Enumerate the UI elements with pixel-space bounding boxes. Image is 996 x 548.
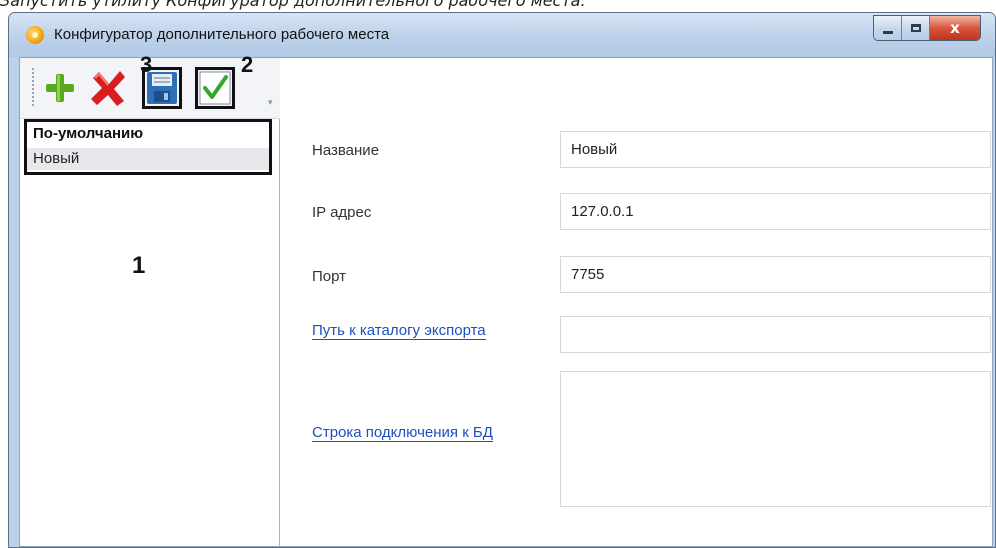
window-controls: x <box>873 15 981 41</box>
ip-address-input[interactable]: 127.0.0.1 <box>560 193 991 230</box>
app-gear-icon <box>26 26 44 44</box>
list-item-default[interactable]: По-умолчанию <box>33 125 143 142</box>
client-area: ▾ 3 2 По-умолчанию Новый 1 Название Новы… <box>19 52 993 547</box>
toolbar-overflow-icon[interactable]: ▾ <box>268 98 273 108</box>
checkmark-icon <box>199 71 231 105</box>
document-instruction: Запустить утилиту Конфигуратор дополните… <box>0 0 586 11</box>
red-cross-icon <box>91 71 125 106</box>
export-path-link[interactable]: Путь к каталогу экспорта <box>312 322 486 340</box>
toolbar: ▾ 3 2 <box>20 52 280 119</box>
port-input[interactable]: 7755 <box>560 256 991 293</box>
export-path-input[interactable] <box>560 316 991 353</box>
minimize-button[interactable] <box>874 16 902 40</box>
instruction-utility-name: Конфигуратор дополнительного рабочего ме… <box>166 0 581 10</box>
delete-button[interactable] <box>85 65 129 111</box>
port-label: Порт <box>312 268 347 285</box>
close-icon: x <box>950 19 960 37</box>
callout-3: 3 <box>140 52 153 77</box>
configuration-list[interactable]: По-умолчанию Новый <box>24 119 272 175</box>
maximize-button[interactable] <box>902 16 930 40</box>
configuration-list-panel: По-умолчанию Новый 1 <box>20 119 280 546</box>
apply-button[interactable] <box>195 67 235 109</box>
plus-icon <box>46 74 74 102</box>
title-bar[interactable]: Конфигуратор дополнительного рабочего ме… <box>9 13 995 57</box>
configurator-window: Конфигуратор дополнительного рабочего ме… <box>8 12 996 548</box>
toolbar-grip[interactable] <box>32 68 34 108</box>
close-button[interactable]: x <box>930 16 980 40</box>
add-button[interactable] <box>38 65 82 111</box>
callout-2: 2 <box>241 52 254 77</box>
db-connection-link[interactable]: Строка подключения к БД <box>312 424 493 442</box>
list-item-new[interactable]: Новый <box>27 148 269 170</box>
minimize-icon <box>882 30 893 34</box>
window-title: Конфигуратор дополнительного рабочего ме… <box>54 26 390 43</box>
name-input[interactable]: Новый <box>560 131 991 168</box>
maximize-icon <box>910 24 921 32</box>
settings-form: Название Новый IP адрес 127.0.0.1 Порт 7… <box>280 58 992 546</box>
instruction-prefix: Запустить утилиту <box>0 0 167 10</box>
instruction-suffix: . <box>580 0 586 10</box>
callout-1: 1 <box>132 252 146 279</box>
name-label: Название <box>312 142 380 159</box>
db-connection-textarea[interactable] <box>560 371 991 507</box>
ip-address-label: IP адрес <box>312 204 372 221</box>
